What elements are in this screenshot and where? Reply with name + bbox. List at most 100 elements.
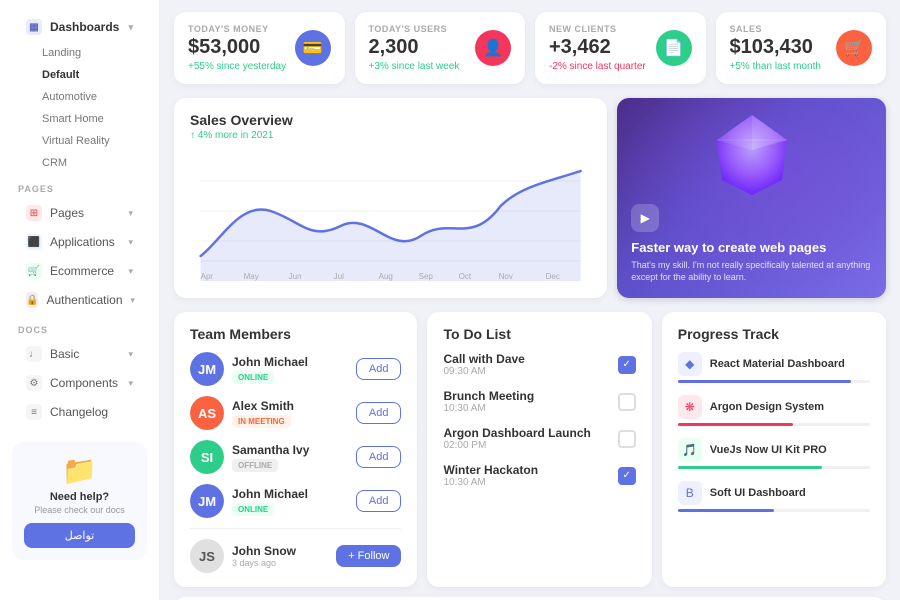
- stat-change-0: +55% since yesterday: [188, 61, 286, 72]
- todo-checkbox-2[interactable]: [618, 430, 636, 448]
- stat-card-2: NEW CLIENTS +3,462 -2% since last quarte…: [535, 12, 706, 84]
- stat-change-3: +5% than last month: [730, 61, 821, 72]
- todo-list: Call with Dave 09:30 AM ✓ Brunch Meeting…: [443, 352, 635, 488]
- team-card: Team Members JM John Michael ONLINE Add …: [174, 312, 417, 587]
- add-member-button-1[interactable]: Add: [356, 402, 402, 424]
- progress-card: Progress Track ◆ React Material Dashboar…: [662, 312, 886, 587]
- sidebar: ▦ Dashboards ▾ Landing Default Automotiv…: [0, 0, 160, 600]
- comp-icon: ⚙: [26, 375, 42, 391]
- svg-text:Dec: Dec: [546, 272, 560, 281]
- team-member-row: JM John Michael ONLINE Add: [190, 484, 401, 518]
- sidebar-label-pages: Pages: [50, 206, 84, 220]
- todo-checkbox-3[interactable]: ✓: [618, 467, 636, 485]
- apps-icon: ⬛: [26, 234, 42, 250]
- help-icon: 📁: [24, 454, 135, 487]
- add-member-button-0[interactable]: Add: [356, 358, 402, 380]
- member-status-0: ONLINE: [232, 371, 274, 384]
- add-member-button-3[interactable]: Add: [356, 490, 402, 512]
- progress-name-0: React Material Dashboard: [710, 358, 870, 370]
- footer-time: 3 days ago: [232, 558, 296, 568]
- todo-text-3: Winter Hackaton 10:30 AM: [443, 463, 607, 488]
- progress-icon-3: B: [678, 481, 702, 505]
- sidebar-label-change: Changelog: [50, 405, 108, 419]
- sales-overview-card: Sales Overview ↑ 4% more in 2021 Apr May: [174, 98, 607, 298]
- stat-card-1: TODAY'S USERS 2,300 +3% since last week …: [355, 12, 526, 84]
- chevron-icon-ecom: ▾: [128, 266, 133, 277]
- team-member-row: JM John Michael ONLINE Add: [190, 352, 401, 386]
- sidebar-sub-default[interactable]: Default: [0, 64, 159, 86]
- footer-name: John Snow: [232, 544, 296, 558]
- stat-card-0: TODAY'S MONEY $53,000 +55% since yesterd…: [174, 12, 345, 84]
- sidebar-item-components[interactable]: ⚙ Components ▾: [8, 369, 151, 397]
- sidebar-item-apps[interactable]: ⬛ Applications ▾: [8, 228, 151, 256]
- sales-chart: Apr May Jun Jul Aug Sep Oct Nov Dec: [190, 151, 591, 281]
- sidebar-item-ecom[interactable]: 🛒 Ecommerce ▾: [8, 257, 151, 285]
- svg-text:Aug: Aug: [379, 272, 393, 281]
- svg-text:Oct: Oct: [459, 272, 472, 281]
- sidebar-label-ecom: Ecommerce: [50, 264, 114, 278]
- sidebar-sub-smart-home[interactable]: Smart Home: [0, 108, 159, 130]
- pages-icon: ⊞: [26, 205, 42, 221]
- member-info-3: John Michael ONLINE: [232, 487, 308, 516]
- footer-avatar: JS: [190, 539, 224, 573]
- basic-icon: ♩: [26, 346, 42, 362]
- progress-name-1: Argon Design System: [710, 401, 870, 413]
- progress-icon-0: ◆: [678, 352, 702, 376]
- todo-item: Brunch Meeting 10:30 AM: [443, 389, 635, 414]
- sidebar-label-dashboards: Dashboards: [50, 20, 119, 34]
- stat-value-3: $103,430: [730, 36, 821, 59]
- progress-row-1: ❋ Argon Design System: [678, 395, 870, 419]
- stat-label-1: TODAY'S USERS: [369, 24, 460, 34]
- add-member-button-2[interactable]: Add: [356, 446, 402, 468]
- sidebar-item-dashboards[interactable]: ▦ Dashboards ▾: [8, 13, 151, 41]
- progress-item: B Soft UI Dashboard: [678, 481, 870, 512]
- ecom-icon: 🛒: [26, 263, 42, 279]
- stat-change-1: +3% since last week: [369, 61, 460, 72]
- sidebar-item-basic[interactable]: ♩ Basic ▾: [8, 340, 151, 368]
- sidebar-label-auth: Authentication: [46, 293, 122, 307]
- sidebar-sub-vr[interactable]: Virtual Reality: [0, 130, 159, 152]
- sidebar-sub-landing[interactable]: Landing: [0, 42, 159, 64]
- sidebar-sub-crm[interactable]: CRM: [0, 152, 159, 174]
- todo-checkbox-0[interactable]: ✓: [618, 356, 636, 374]
- todo-time-2: 02:00 PM: [443, 440, 607, 451]
- todo-title-0: Call with Dave: [443, 352, 607, 366]
- member-info-2: Samantha Ivy OFFLINE: [232, 443, 309, 472]
- progress-bar-bg-0: [678, 380, 870, 383]
- progress-name-2: VueJs Now UI Kit PRO: [710, 444, 870, 456]
- todo-item: Call with Dave 09:30 AM ✓: [443, 352, 635, 377]
- sidebar-label-basic: Basic: [50, 347, 79, 361]
- sidebar-sub-automotive[interactable]: Automotive: [0, 86, 159, 108]
- todo-title-3: Winter Hackaton: [443, 463, 607, 477]
- member-status-3: ONLINE: [232, 503, 274, 516]
- promo-play-icon[interactable]: ▶: [631, 204, 659, 232]
- stat-value-0: $53,000: [188, 36, 286, 59]
- svg-text:Sep: Sep: [419, 272, 434, 281]
- help-button[interactable]: تواصل: [24, 523, 135, 548]
- progress-item: 🎵 VueJs Now UI Kit PRO: [678, 438, 870, 469]
- sidebar-item-auth[interactable]: 🔒 Authentication ▾: [8, 286, 151, 314]
- todo-time-3: 10:30 AM: [443, 477, 607, 488]
- sidebar-item-pages[interactable]: ⊞ Pages ▾: [8, 199, 151, 227]
- sidebar-item-changelog[interactable]: ≡ Changelog: [8, 398, 151, 426]
- stats-row: TODAY'S MONEY $53,000 +55% since yesterd…: [174, 12, 886, 84]
- todo-text-1: Brunch Meeting 10:30 AM: [443, 389, 607, 414]
- todo-item: Argon Dashboard Launch 02:00 PM: [443, 426, 635, 451]
- main-content: TODAY'S MONEY $53,000 +55% since yesterd…: [160, 0, 900, 600]
- stat-card-3: SALES $103,430 +5% than last month 🛒: [716, 12, 887, 84]
- member-avatar-3: JM: [190, 484, 224, 518]
- todo-text-2: Argon Dashboard Launch 02:00 PM: [443, 426, 607, 451]
- help-box: 📁 Need help? Please check our docs تواصل: [12, 442, 147, 560]
- member-name-3: John Michael: [232, 487, 308, 501]
- todo-title: To Do List: [443, 326, 635, 342]
- progress-bar-fill-0: [678, 380, 851, 383]
- progress-item: ❋ Argon Design System: [678, 395, 870, 426]
- progress-bar-fill-3: [678, 509, 774, 512]
- team-title: Team Members: [190, 326, 401, 342]
- todo-checkbox-1[interactable]: [618, 393, 636, 411]
- follow-button[interactable]: + Follow: [336, 545, 401, 567]
- progress-row-3: B Soft UI Dashboard: [678, 481, 870, 505]
- gem-visual: [707, 110, 797, 200]
- auth-icon: 🔒: [26, 292, 38, 308]
- stat-icon-2: 📄: [656, 30, 692, 66]
